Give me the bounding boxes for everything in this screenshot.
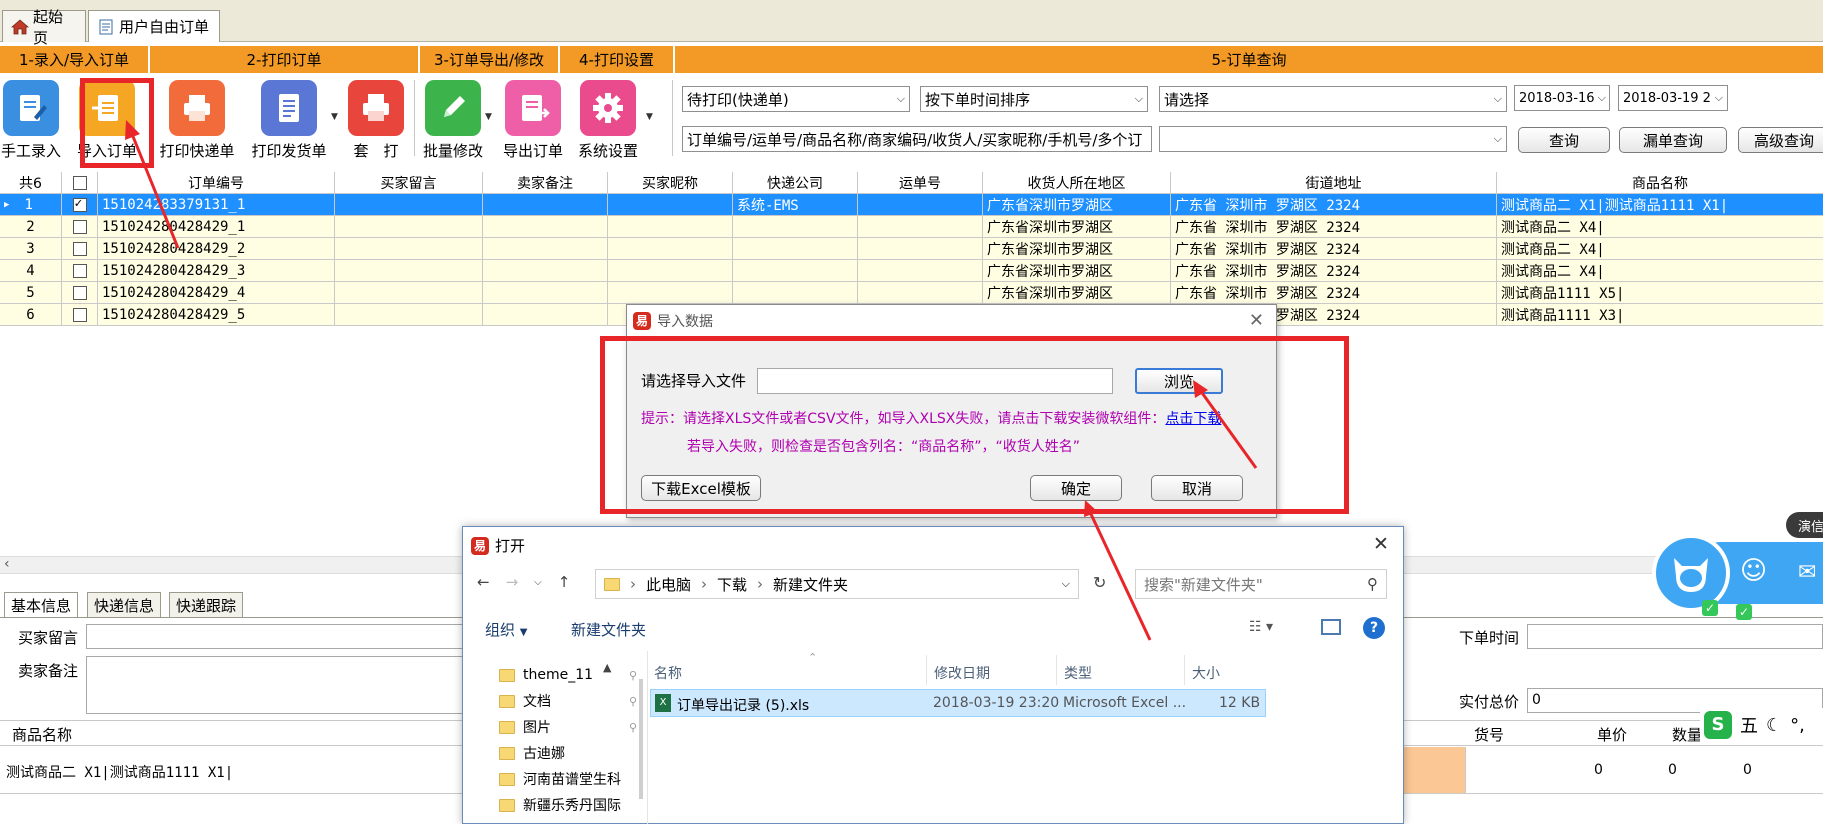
arrow-head [125, 120, 140, 140]
punctuation-icon: °, [1790, 714, 1805, 736]
floating-tip-badge[interactable]: 演信 [1786, 512, 1823, 538]
check-badge-icon: ✓ [1702, 600, 1718, 616]
arrow-to-browse [1198, 389, 1258, 469]
ime-toolbar[interactable]: S 五 ☾ °, [1700, 708, 1823, 742]
check-badge-icon: ✓ [1736, 604, 1752, 620]
arrow-head [1084, 500, 1098, 517]
arrow-to-import-button [130, 133, 180, 249]
mascot-avatar[interactable] [1652, 534, 1730, 612]
mail-icon[interactable]: ✉ [1798, 560, 1816, 585]
chat-icon[interactable]: ☺ [1740, 556, 1767, 586]
ime-mode-label: 五 [1740, 716, 1758, 737]
arrow-head [1193, 380, 1208, 398]
sogou-ime-icon: S [1704, 711, 1732, 739]
annotation-arrows [125, 120, 1258, 641]
moon-icon: ☾ [1766, 714, 1783, 736]
arrow-to-ok [1088, 511, 1152, 641]
